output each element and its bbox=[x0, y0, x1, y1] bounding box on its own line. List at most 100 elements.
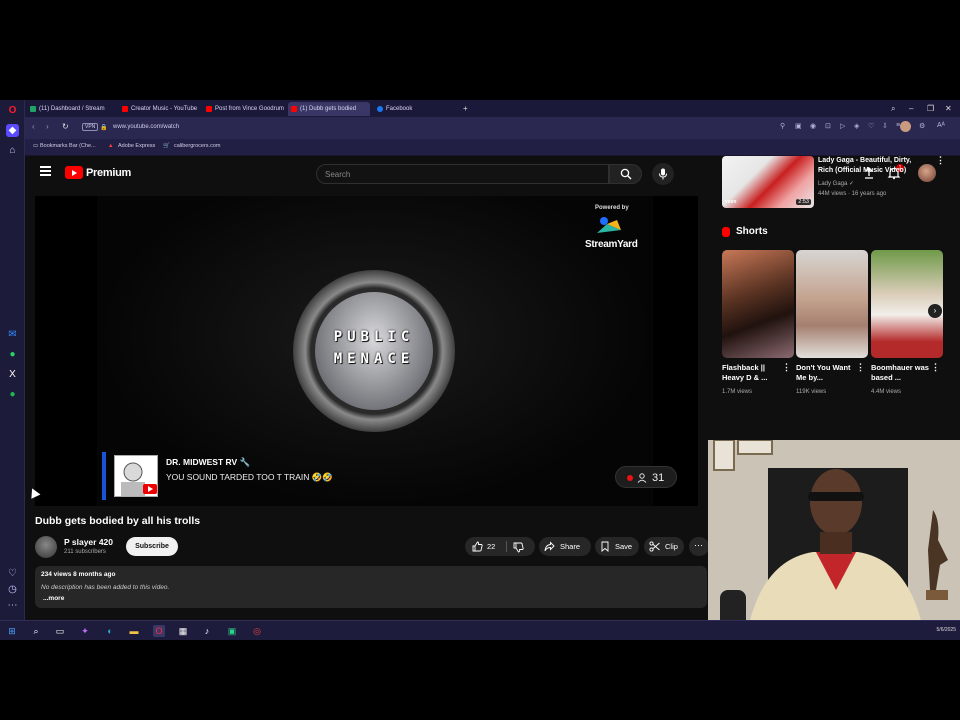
share-button[interactable]: Share bbox=[539, 537, 591, 556]
recommended-channel[interactable]: Lady Gaga ✓ bbox=[818, 180, 854, 187]
subscriber-count: 211 subscribers bbox=[64, 549, 106, 555]
short-views: 1.7M views bbox=[722, 389, 753, 395]
new-tab-icon[interactable]: + bbox=[463, 100, 468, 117]
close-icon[interactable]: ✕ bbox=[945, 100, 952, 117]
tab-bar: (11) Dashboard / Stream Creator Music - … bbox=[25, 100, 960, 117]
shield-icon[interactable]: ◈ bbox=[854, 122, 859, 130]
like-icon[interactable] bbox=[472, 541, 483, 552]
share-icon bbox=[544, 541, 555, 552]
viewer-count-badge: 31 bbox=[615, 466, 677, 488]
chrome-icon[interactable]: ◎ bbox=[251, 625, 263, 637]
bookmark-item[interactable]: Bookmarks Bar (Che... bbox=[40, 143, 96, 149]
subscribe-button[interactable]: Subscribe bbox=[126, 537, 178, 556]
opera-logo-icon[interactable]: O bbox=[6, 104, 19, 117]
more-vertical-icon[interactable]: ⋮ bbox=[936, 156, 945, 165]
show-more-link[interactable]: ...more bbox=[43, 595, 64, 602]
history-icon[interactable]: ◷ bbox=[6, 583, 19, 596]
settings-icon[interactable]: ⚙ bbox=[919, 122, 925, 130]
more-actions-button[interactable]: ⋯ bbox=[689, 537, 709, 556]
recommended-thumbnail[interactable]: vevo 2:53 bbox=[722, 156, 814, 208]
short-views: 4.4M views bbox=[871, 389, 902, 395]
heart-icon[interactable]: ♡ bbox=[6, 567, 19, 580]
zoom-icon[interactable]: ⚲ bbox=[780, 122, 785, 130]
more-vertical-icon[interactable]: ⋮ bbox=[856, 363, 865, 372]
bookmark-folder-icon: ▭ bbox=[33, 143, 39, 149]
windows-start-icon[interactable]: ⊞ bbox=[6, 625, 18, 637]
opera-taskbar-icon[interactable]: O bbox=[153, 625, 165, 637]
whatsapp-icon[interactable]: ● bbox=[6, 348, 19, 361]
bookmark-item[interactable]: Adobe Express bbox=[118, 143, 155, 149]
more-vertical-icon[interactable]: ⋮ bbox=[931, 363, 940, 372]
reload-icon[interactable]: ↻ bbox=[62, 122, 69, 131]
video-duration: 2:53 bbox=[796, 199, 811, 205]
tab-creator-music[interactable]: Creator Music - YouTube bbox=[119, 102, 201, 116]
aria-icon[interactable]: ◆ bbox=[6, 124, 19, 137]
tab-favicon-icon bbox=[206, 106, 212, 112]
viewer-count: 31 bbox=[652, 472, 665, 484]
screenshot-icon[interactable]: ⊡ bbox=[825, 122, 831, 130]
recommended-title[interactable]: Lady Gaga - Beautiful, Dirty, Rich (Offi… bbox=[818, 156, 928, 175]
spotify-icon[interactable]: ● bbox=[6, 388, 19, 401]
file-explorer-icon[interactable]: ▬ bbox=[128, 625, 140, 637]
hamburger-menu-icon[interactable] bbox=[40, 166, 51, 176]
task-view-icon[interactable]: ▭ bbox=[54, 625, 66, 637]
tiktok-icon[interactable]: ♪ bbox=[201, 625, 213, 637]
calendar-icon[interactable]: ▦ bbox=[177, 625, 189, 637]
webcam-overlay bbox=[708, 440, 960, 629]
short-title[interactable]: Flashback || Heavy D & ... bbox=[722, 363, 784, 383]
person-icon bbox=[637, 473, 647, 483]
tab-search-icon[interactable]: ⌕ bbox=[891, 100, 895, 117]
like-count[interactable]: 22 bbox=[487, 537, 495, 556]
short-thumbnail[interactable] bbox=[796, 250, 868, 358]
camera-icon[interactable]: ◉ bbox=[810, 122, 816, 130]
clip-label: Clip bbox=[665, 542, 678, 551]
app-icon[interactable]: ▣ bbox=[226, 625, 238, 637]
maximize-icon[interactable]: ❐ bbox=[927, 100, 934, 117]
copilot-icon[interactable]: ✦ bbox=[79, 625, 91, 637]
shorts-logo-icon bbox=[722, 227, 730, 237]
heart-icon[interactable]: ♡ bbox=[868, 122, 874, 130]
short-title[interactable]: Don't You Want Me by... bbox=[796, 363, 858, 383]
tab-post[interactable]: Post from Vince Goodrum bbox=[203, 102, 287, 116]
bookmark-item[interactable]: calibergrocers.com bbox=[174, 143, 220, 149]
voice-search-button[interactable] bbox=[652, 163, 674, 185]
search-input[interactable]: Search bbox=[316, 164, 609, 184]
public-menace-badge: PUBLIC MENACE bbox=[293, 270, 455, 432]
play-icon[interactable]: ▷ bbox=[840, 122, 845, 130]
edge-icon[interactable]: ◐ bbox=[104, 625, 116, 637]
channel-name[interactable]: P slayer 420 bbox=[64, 537, 113, 547]
short-thumbnail[interactable] bbox=[722, 250, 794, 358]
save-button[interactable]: Save bbox=[595, 537, 639, 556]
chevron-right-icon[interactable]: › bbox=[928, 304, 942, 318]
video-player[interactable]: PUBLIC MENACE Powered by StreamYard DR. … bbox=[35, 196, 698, 506]
extension-icon[interactable]: ▣ bbox=[795, 122, 802, 130]
channel-avatar[interactable] bbox=[35, 536, 57, 558]
description-text: No description has been added to this vi… bbox=[41, 584, 170, 591]
back-icon[interactable]: ‹ bbox=[32, 122, 35, 131]
more-vertical-icon[interactable]: ⋮ bbox=[782, 363, 791, 372]
x-twitter-icon[interactable]: X bbox=[6, 368, 19, 381]
comment-accent-bar bbox=[102, 452, 106, 500]
home-icon[interactable]: ⌂ bbox=[6, 144, 19, 157]
tab-dubb-gets-bodied[interactable]: (1) Dubb gets bodied bbox=[288, 102, 370, 116]
more-icon[interactable]: ⋯ bbox=[6, 599, 19, 612]
profile-avatar[interactable] bbox=[900, 121, 911, 132]
dislike-icon[interactable] bbox=[513, 542, 524, 553]
taskbar-search-icon[interactable]: ⌕ bbox=[30, 625, 42, 637]
translate-icon[interactable]: Aᴬ bbox=[937, 122, 945, 129]
clip-button[interactable]: Clip bbox=[644, 537, 684, 556]
tab-dashboard[interactable]: (11) Dashboard / Stream bbox=[27, 102, 113, 116]
tab-facebook[interactable]: Facebook bbox=[374, 102, 450, 116]
download-icon[interactable]: ⇩ bbox=[882, 122, 888, 130]
url-field[interactable]: www.youtube.com/watch bbox=[113, 124, 179, 130]
forward-icon[interactable]: › bbox=[46, 122, 49, 131]
tab-favicon-icon bbox=[122, 106, 128, 112]
short-title[interactable]: Boomhauer was based ... bbox=[871, 363, 933, 383]
messenger-icon[interactable]: ✉ bbox=[6, 328, 19, 341]
description-box[interactable]: 234 views 8 months ago No description ha… bbox=[35, 566, 707, 608]
tab-label: Post from Vince Goodrum bbox=[215, 106, 284, 112]
minimize-icon[interactable]: – bbox=[909, 100, 913, 117]
search-button[interactable] bbox=[609, 164, 642, 184]
vpn-badge[interactable]: VPN bbox=[82, 123, 99, 131]
cart-icon: 🛒 bbox=[163, 143, 170, 149]
